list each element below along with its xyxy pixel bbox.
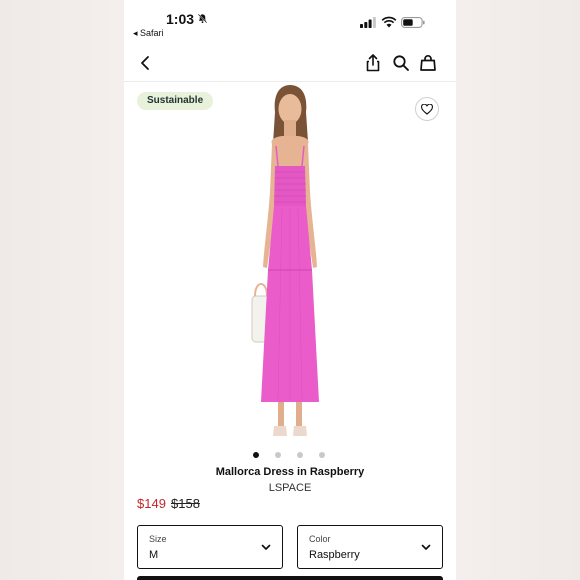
chevron-down-icon <box>421 544 431 550</box>
color-select[interactable]: Color Raspberry <box>297 525 443 569</box>
carousel-dot-2[interactable] <box>275 452 281 458</box>
search-icon[interactable] <box>392 54 410 72</box>
image-carousel-dots <box>251 452 331 459</box>
phone-screen: 1:03 ◂ Safari Sustainable Mallorca Dress… <box>124 0 456 580</box>
cellular-signal-icon <box>360 17 376 28</box>
product-brand[interactable]: LSPACE <box>124 482 456 494</box>
back-to-safari[interactable]: ◂ Safari <box>133 28 164 39</box>
shopping-bag-icon[interactable] <box>419 54 437 72</box>
chevron-down-icon <box>261 544 271 550</box>
size-select[interactable]: Size M <box>137 525 283 569</box>
carousel-dot-4[interactable] <box>319 452 325 458</box>
color-label: Color <box>309 534 331 544</box>
carousel-dot-1[interactable] <box>253 452 259 458</box>
size-label: Size <box>149 534 167 544</box>
original-price: $158 <box>171 496 200 511</box>
color-value: Raspberry <box>309 549 360 561</box>
wifi-icon <box>381 16 397 28</box>
product-image[interactable] <box>220 82 360 444</box>
product-name: Mallorca Dress in Raspberry <box>215 466 365 478</box>
share-icon[interactable] <box>364 53 382 73</box>
carousel-dot-3[interactable] <box>297 452 303 458</box>
wishlist-button[interactable] <box>415 97 439 121</box>
battery-icon <box>401 17 425 28</box>
chevron-left-icon[interactable] <box>137 53 155 73</box>
size-value: M <box>149 549 159 561</box>
sustainable-badge: Sustainable <box>137 92 214 110</box>
sale-price: $149 <box>137 496 166 511</box>
heart-icon <box>421 104 433 115</box>
background-left <box>0 0 124 580</box>
background-right <box>456 0 580 580</box>
bell-slash-icon <box>197 13 208 24</box>
add-to-bag-button[interactable] <box>137 576 443 580</box>
status-time: 1:03 <box>166 11 195 27</box>
